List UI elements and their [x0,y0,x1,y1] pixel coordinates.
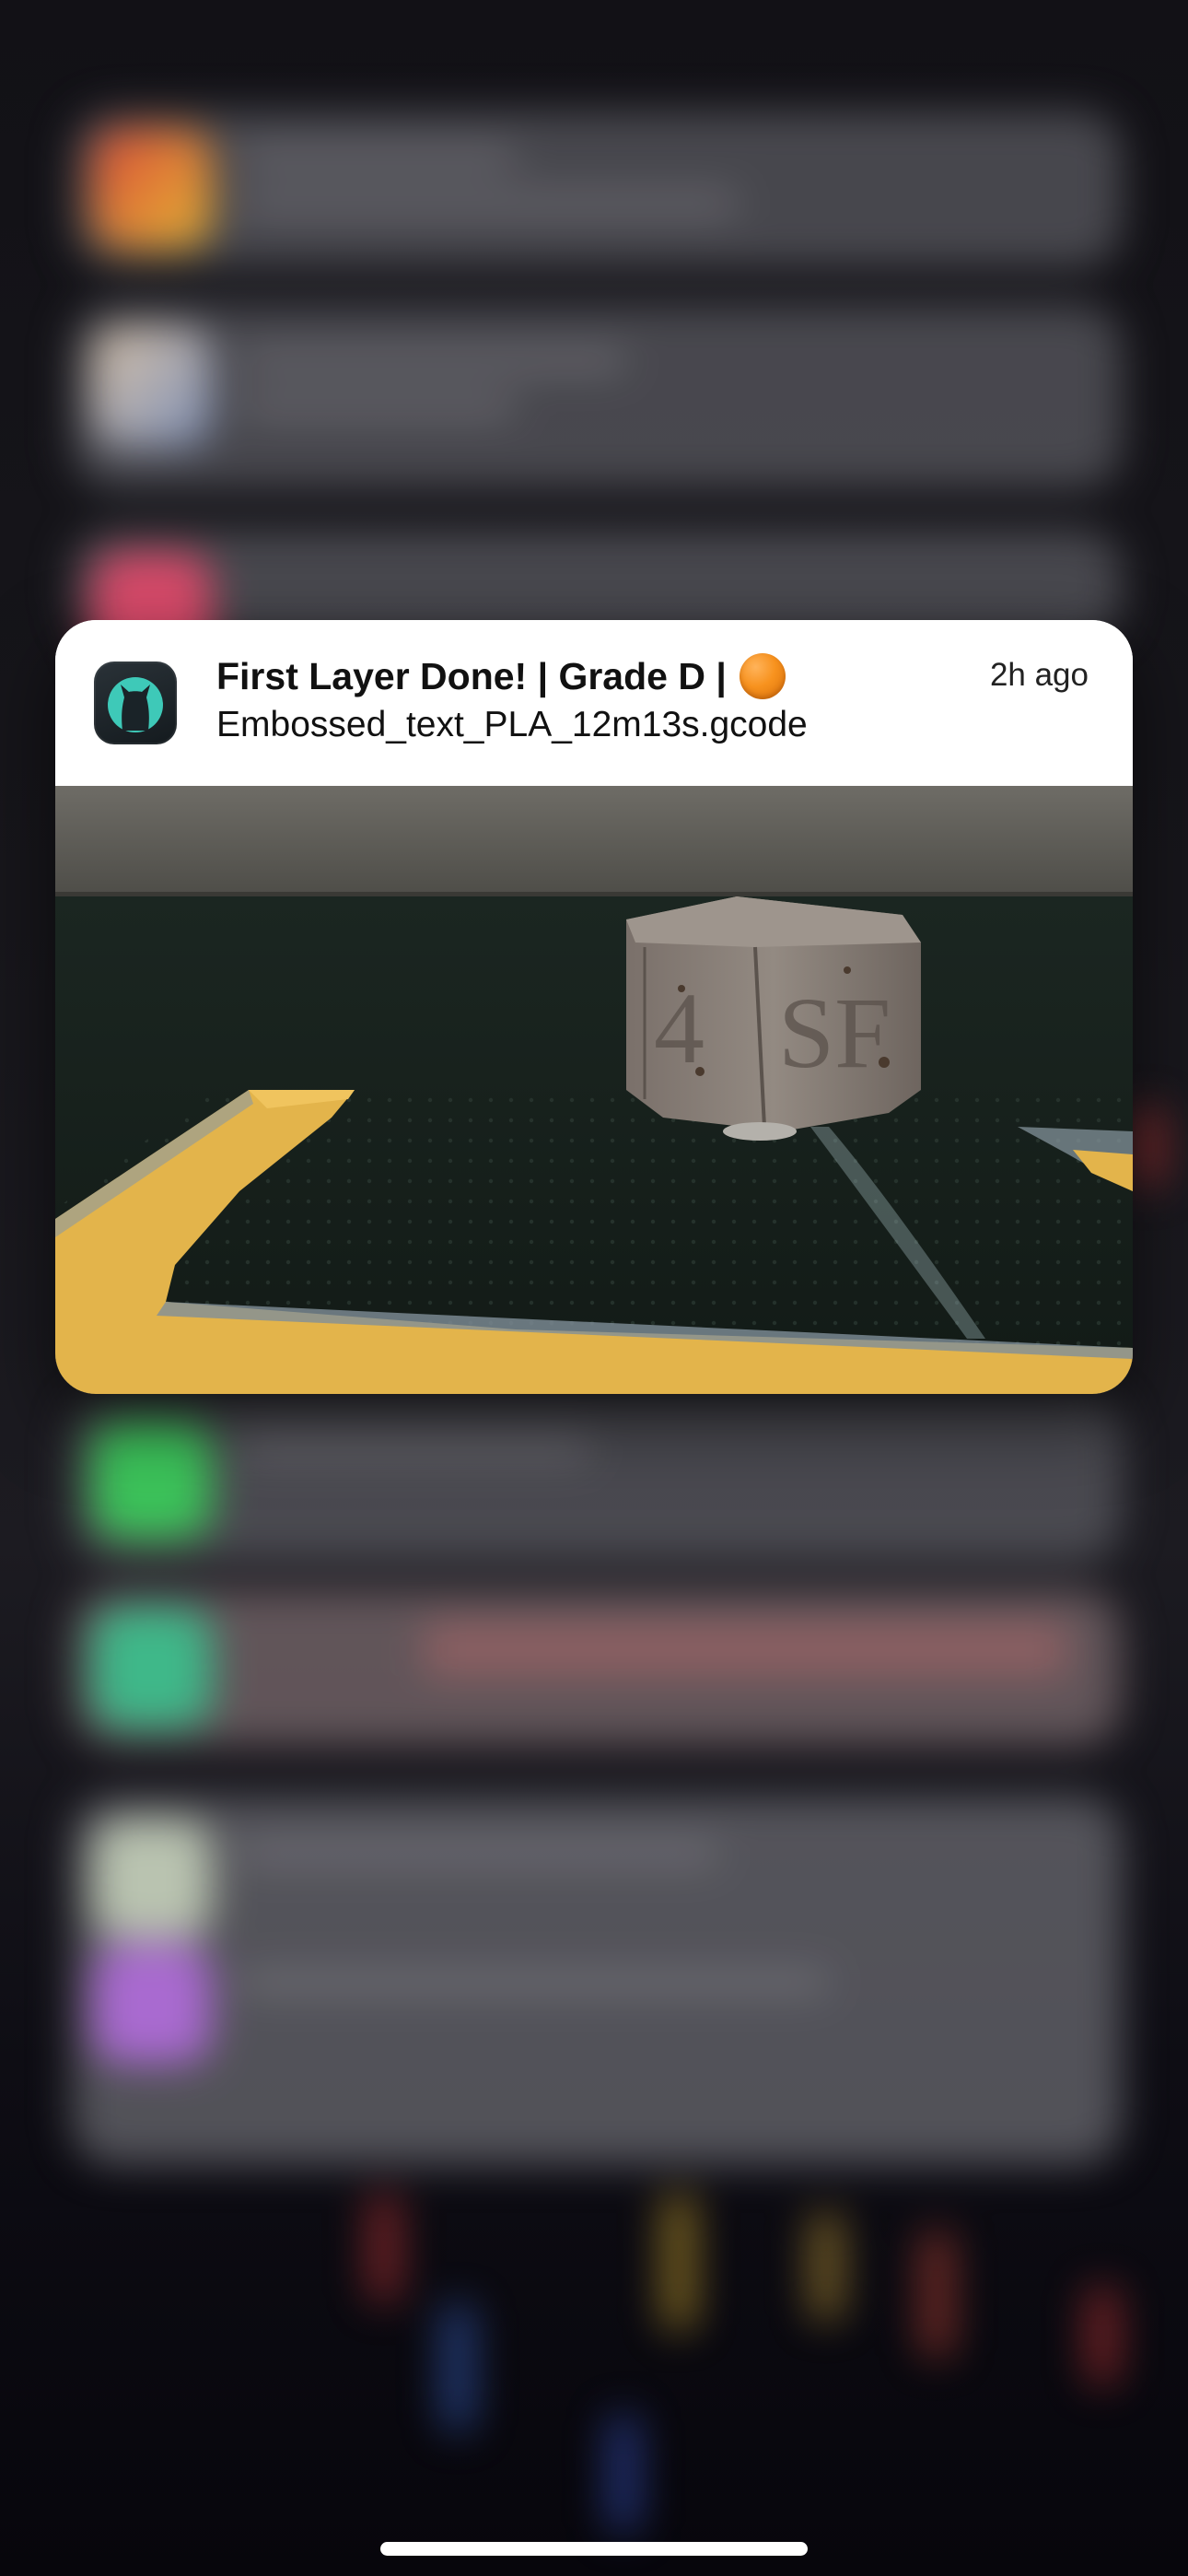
background-app-icon [92,1419,212,1539]
orange-circle-icon [739,653,786,699]
nut-emboss-right: SF [778,977,891,1089]
background-notification [72,1396,1122,1562]
printer-notification[interactable]: First Layer Done! | Grade D | Embossed_t… [55,620,1133,1394]
print-snapshot-image: 4 SF [55,786,1133,1394]
background-app-icon [92,327,212,447]
background-notification [72,111,1122,267]
notification-title-text: First Layer Done! | Grade D | [216,654,727,697]
notification-time: 2h ago [989,657,1089,693]
notification-title: First Layer Done! | Grade D | [216,653,786,699]
background-app-icon [92,1608,212,1727]
cat-icon [94,662,177,744]
background-app-icon [92,1820,212,1939]
home-indicator[interactable] [380,2542,808,2556]
background-app-icon [92,1944,212,2064]
background-notification [72,304,1122,488]
lock-screen: First Layer Done! | Grade D | Embossed_t… [0,0,1188,2576]
notification-header: First Layer Done! | Grade D | Embossed_t… [55,620,1133,786]
background-app-icon [92,129,212,249]
notification-subtitle: Embossed_text_PLA_12m13s.gcode [216,705,808,744]
nozzle-nut: 4 SF [626,896,921,1141]
